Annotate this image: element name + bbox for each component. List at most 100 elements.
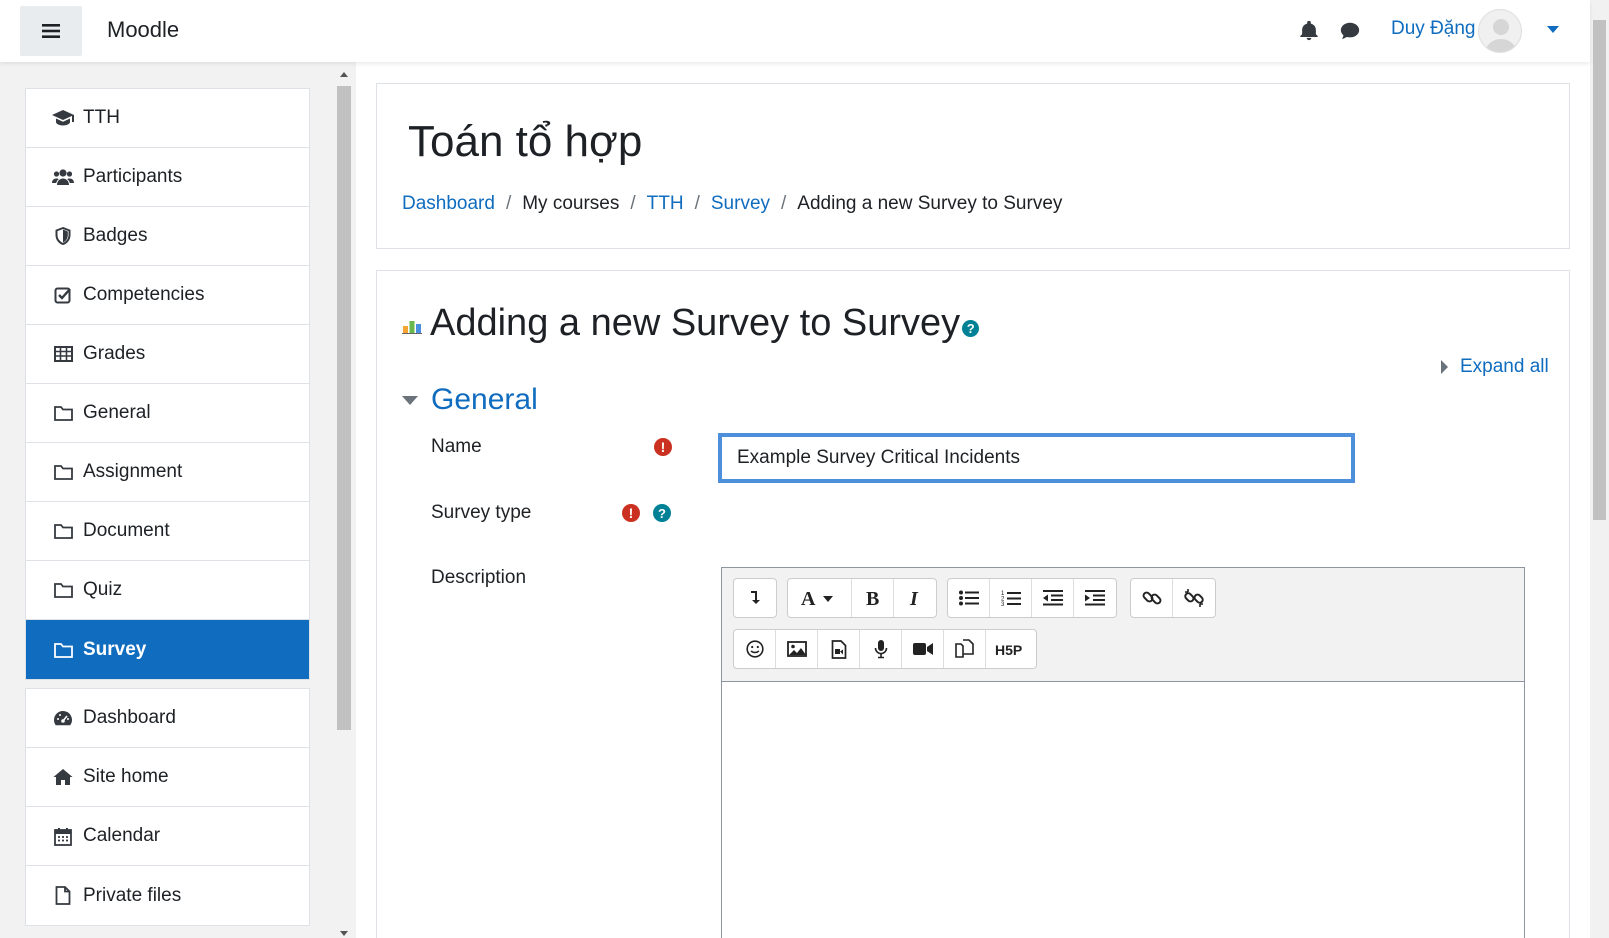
collapse-toolbar-button[interactable]: [734, 579, 776, 617]
sidebar-item-quiz[interactable]: Quiz: [26, 561, 309, 620]
required-exclamation-icon: !: [622, 504, 640, 522]
name-label: Name: [431, 436, 482, 457]
microphone-icon: [874, 640, 887, 659]
indent-icon: [1085, 590, 1105, 606]
sidebar-item-site-home[interactable]: Site home: [26, 748, 309, 807]
breadcrumb-separator: /: [505, 193, 512, 214]
toolbar-group-style: A B I: [787, 578, 937, 618]
hamburger-icon: [42, 24, 60, 38]
page-scroll-thumb[interactable]: [1593, 20, 1606, 520]
drawer-toggle-button[interactable]: [20, 6, 82, 56]
image-button[interactable]: [776, 630, 818, 668]
toolbar-group-collapse: [733, 578, 777, 618]
drawer-scrollbar[interactable]: [336, 72, 352, 938]
expand-all-label: Expand all: [1460, 356, 1549, 377]
users-icon: [51, 167, 75, 187]
paragraph-style-button[interactable]: A: [788, 579, 852, 617]
sidebar-item-participants[interactable]: Participants: [26, 148, 309, 207]
sidebar-item-label: Grades: [83, 343, 146, 364]
folder-icon: [51, 403, 75, 423]
sidebar-item-private-files[interactable]: Private files: [26, 866, 309, 925]
page-scrollbar[interactable]: [1590, 0, 1609, 938]
indent-button[interactable]: [1074, 579, 1116, 617]
sidebar-item-label: TTH: [83, 107, 120, 128]
caret-down-icon: [402, 395, 418, 405]
sidebar-item-assignment[interactable]: Assignment: [26, 443, 309, 502]
scroll-up-arrow-icon[interactable]: [340, 72, 348, 77]
svg-text:B: B: [866, 589, 879, 607]
italic-icon: I: [909, 589, 919, 607]
sidebar-item-label: Calendar: [83, 825, 161, 846]
unlink-button[interactable]: [1173, 579, 1215, 617]
expand-all-link[interactable]: Expand all: [1441, 356, 1549, 378]
media-button[interactable]: [818, 630, 860, 668]
outdent-button[interactable]: [1032, 579, 1074, 617]
toolbar-group-media: H5P: [733, 629, 1037, 669]
svg-text:H5P: H5P: [995, 642, 1022, 656]
record-audio-button[interactable]: [860, 630, 902, 668]
unordered-list-button[interactable]: [948, 579, 990, 617]
name-field[interactable]: [718, 433, 1355, 483]
description-editor-area[interactable]: [722, 682, 1524, 938]
scroll-down-arrow-icon[interactable]: [340, 931, 348, 936]
page-header: Toán tổ hợp Dashboard / My courses / TTH…: [376, 83, 1570, 249]
folder-icon: [51, 580, 75, 600]
sidebar-item-document[interactable]: Document: [26, 502, 309, 561]
breadcrumb-my-courses: My courses: [522, 193, 620, 214]
h5p-icon: H5P: [995, 642, 1022, 656]
breadcrumb-section-link[interactable]: Survey: [711, 193, 770, 215]
link-button[interactable]: [1131, 579, 1173, 617]
outdent-icon: [1042, 590, 1063, 606]
h5p-button[interactable]: H5P: [986, 630, 1036, 668]
title-help-icon[interactable]: ?: [962, 320, 980, 337]
main-form-card: Adding a new Survey to Survey ? Expand a…: [376, 270, 1570, 938]
copy-files-icon: [954, 639, 974, 658]
ordered-list-button[interactable]: 123: [990, 579, 1032, 617]
sidebar-item-tth[interactable]: TTH: [26, 89, 309, 148]
sidebar-item-dashboard[interactable]: Dashboard: [26, 689, 309, 748]
sidebar-item-label: Site home: [83, 766, 169, 787]
breadcrumb-current: Adding a new Survey to Survey: [797, 193, 1063, 214]
site-nav-list: Dashboard Site home Calendar Private fil…: [25, 688, 310, 926]
toolbar-group-lists: 123: [947, 578, 1117, 618]
sidebar-item-competencies[interactable]: Competencies: [26, 266, 309, 325]
survey-module-icon: [402, 320, 422, 334]
sidebar-item-general[interactable]: General: [26, 384, 309, 443]
sidebar-item-badges[interactable]: Badges: [26, 207, 309, 266]
shield-icon: [51, 226, 75, 246]
sidebar-item-label: Private files: [83, 884, 182, 906]
survey-type-help-icon[interactable]: ?: [653, 504, 671, 522]
section-general-toggle[interactable]: General: [402, 383, 538, 417]
nav-drawer: TTH Participants Badges Competencies Gra…: [0, 62, 356, 938]
sidebar-item-survey[interactable]: Survey: [26, 620, 309, 679]
breadcrumb-course-link[interactable]: TTH: [647, 193, 684, 215]
messages-bubble-icon[interactable]: [1339, 20, 1361, 42]
italic-button[interactable]: I: [894, 579, 936, 617]
folder-icon: [51, 521, 75, 541]
bold-button[interactable]: B: [852, 579, 894, 617]
survey-type-label: Survey type: [431, 502, 532, 523]
folder-icon: [51, 640, 75, 660]
user-menu-caret-icon[interactable]: [1547, 26, 1559, 33]
user-menu-name[interactable]: Duy Đặng: [1391, 18, 1476, 40]
sidebar-item-label: Quiz: [83, 579, 123, 600]
drawer-scroll-thumb[interactable]: [337, 86, 351, 730]
emoticon-button[interactable]: [734, 630, 776, 668]
image-icon: [786, 641, 807, 657]
numbered-list-icon: 123: [1001, 591, 1021, 607]
graduation-cap-icon: [51, 108, 75, 128]
sidebar-item-label: Participants: [83, 166, 183, 187]
avatar[interactable]: [1478, 9, 1522, 53]
home-icon: [51, 767, 75, 787]
caret-right-icon: [1441, 360, 1448, 374]
breadcrumb-separator: /: [630, 193, 636, 214]
sidebar-item-calendar[interactable]: Calendar: [26, 807, 309, 866]
notifications-bell-icon[interactable]: [1298, 20, 1320, 42]
tachometer-icon: [51, 708, 75, 728]
record-video-button[interactable]: [902, 630, 944, 668]
sidebar-item-grades[interactable]: Grades: [26, 325, 309, 384]
breadcrumb-dashboard-link[interactable]: Dashboard: [402, 193, 495, 215]
svg-text:I: I: [909, 589, 919, 607]
site-brand[interactable]: Moodle: [107, 17, 179, 43]
manage-files-button[interactable]: [944, 630, 986, 668]
